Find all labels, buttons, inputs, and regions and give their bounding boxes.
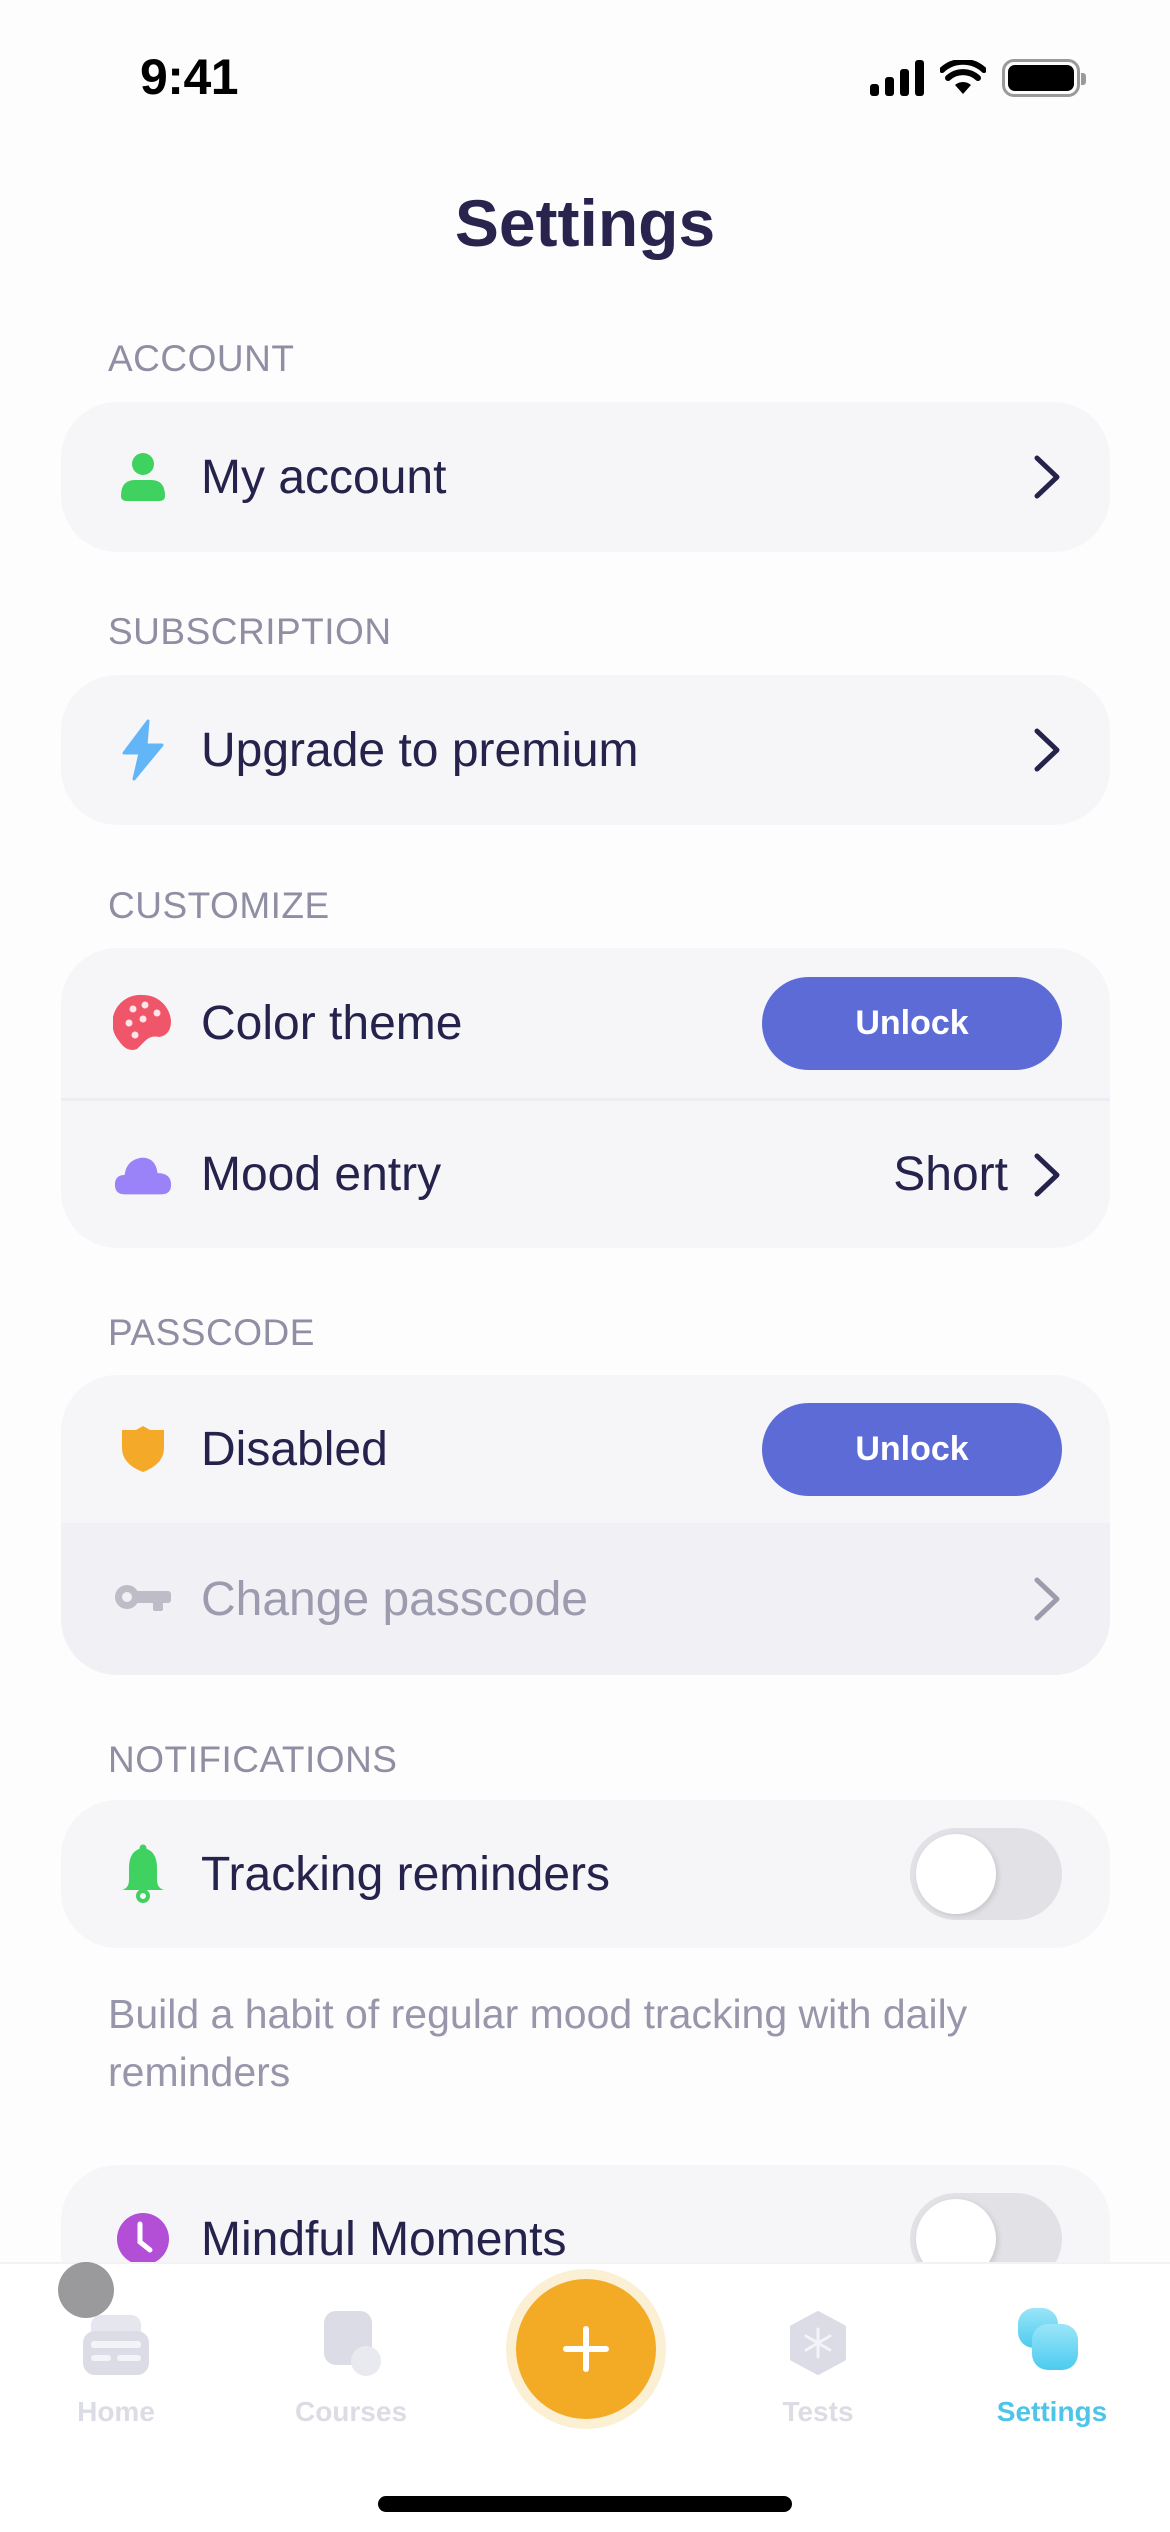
- passcode-unlock-button[interactable]: Unlock: [762, 1402, 1062, 1496]
- row-label: Color theme: [201, 996, 463, 1050]
- tab-courses[interactable]: Courses: [261, 2304, 441, 2428]
- change-passcode-row[interactable]: Change passcode: [61, 1523, 1110, 1675]
- row-label: Mood entry: [201, 1148, 442, 1201]
- chevron-right-icon: [1034, 728, 1060, 772]
- chevron-right-icon: [1034, 1153, 1060, 1196]
- row-label: Disabled: [201, 1422, 388, 1476]
- shield-icon: [113, 1419, 173, 1479]
- row-label: Mindful Moments: [201, 2212, 567, 2266]
- status-time: 9:41: [140, 49, 239, 105]
- tab-label: Home: [77, 2396, 155, 2427]
- passcode-status-row: Disabled Unlock: [61, 1375, 1110, 1523]
- tab-settings[interactable]: Settings: [962, 2304, 1142, 2428]
- tab-label: Tests: [782, 2396, 854, 2427]
- clock-icon: [113, 2209, 173, 2269]
- my-account-row[interactable]: My account: [61, 402, 1110, 552]
- lightning-icon: [113, 719, 173, 781]
- chevron-right-icon: [1034, 1577, 1060, 1621]
- row-label: Upgrade to premium: [201, 723, 639, 777]
- section-label-customize: CUSTOMIZE: [108, 885, 330, 926]
- section-label-passcode: PASSCODE: [108, 1312, 315, 1353]
- section-label-account: ACCOUNT: [108, 338, 295, 379]
- section-label-notifications: NOTIFICATIONS: [108, 1739, 398, 1780]
- key-icon: [113, 1569, 173, 1629]
- customize-card: Color theme Unlock Mood entry Short: [61, 948, 1110, 1248]
- row-label: My account: [201, 450, 447, 504]
- courses-icon: [311, 2304, 391, 2384]
- mood-entry-row[interactable]: Mood entry Short: [61, 1101, 1110, 1248]
- plus-icon: [563, 2326, 609, 2372]
- subscription-card: Upgrade to premium: [61, 675, 1110, 825]
- mood-entry-value: Short: [893, 1148, 1008, 1201]
- row-label: Change passcode: [201, 1572, 588, 1626]
- bell-icon: [113, 1844, 173, 1904]
- chevron-right-icon: [1034, 455, 1060, 499]
- add-entry-button-ring: [506, 2269, 666, 2429]
- tests-icon: [778, 2304, 858, 2384]
- tracking-reminders-card: Tracking reminders: [61, 1800, 1110, 1948]
- passcode-card: Disabled Unlock Change passcode: [61, 1375, 1110, 1675]
- tracking-reminders-row: Tracking reminders: [61, 1800, 1110, 1948]
- upgrade-premium-row[interactable]: Upgrade to premium: [61, 675, 1110, 825]
- tracking-reminders-description: Build a habit of regular mood tracking w…: [108, 1991, 968, 2095]
- add-entry-button[interactable]: [516, 2279, 656, 2419]
- tab-home[interactable]: Home: [26, 2304, 206, 2428]
- page-title: Settings: [454, 186, 716, 260]
- battery-icon: [1002, 59, 1086, 97]
- bottom-tab-bar: Home Courses Tests Settings: [0, 2262, 1170, 2532]
- wifi-icon: [940, 60, 986, 94]
- color-theme-row[interactable]: Color theme Unlock: [61, 948, 1110, 1098]
- home-indicator[interactable]: [378, 2496, 792, 2512]
- account-card: My account: [61, 402, 1110, 552]
- row-label: Tracking reminders: [201, 1847, 611, 1901]
- cloud-icon: [113, 1145, 173, 1205]
- palette-icon: [113, 993, 173, 1053]
- tracking-reminders-toggle[interactable]: [910, 1828, 1062, 1920]
- tab-tests[interactable]: Tests: [728, 2304, 908, 2428]
- cellular-signal-icon: [870, 60, 924, 96]
- settings-icon: [1012, 2304, 1092, 2384]
- section-label-subscription: SUBSCRIPTION: [108, 611, 392, 652]
- tab-label: Settings: [996, 2396, 1108, 2427]
- status-icons: [870, 58, 1086, 98]
- tab-label: Courses: [294, 2396, 408, 2427]
- person-icon: [113, 447, 173, 507]
- touch-indicator: [58, 2262, 114, 2318]
- color-theme-unlock-button[interactable]: Unlock: [762, 976, 1062, 1070]
